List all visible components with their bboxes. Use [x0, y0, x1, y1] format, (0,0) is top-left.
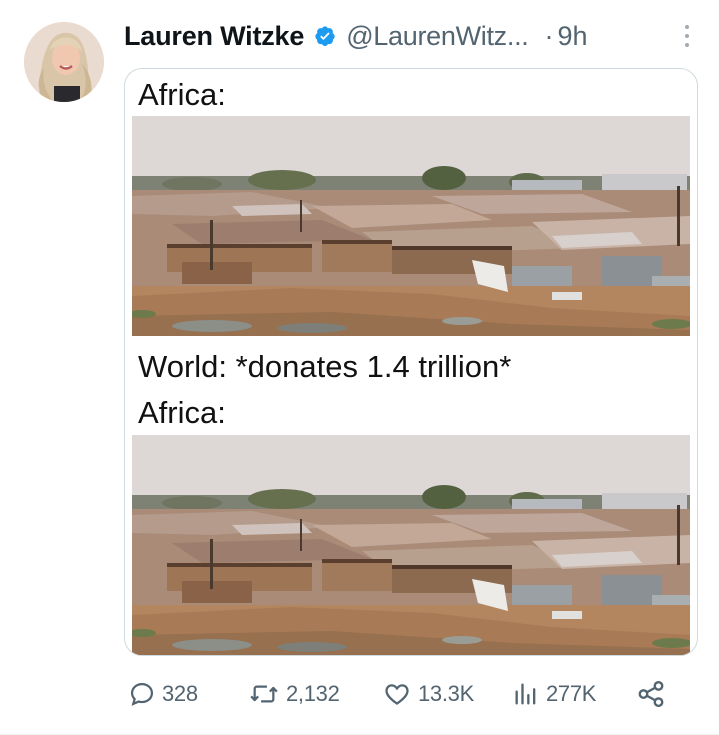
caption-middle: World: *donates 1.4 trillion*	[138, 349, 512, 384]
reply-button[interactable]: 328	[128, 672, 198, 716]
tweet-actions: 328 2,132 13.3K 277K	[128, 672, 688, 716]
views-icon	[512, 680, 540, 708]
author-name[interactable]: Lauren Witzke	[124, 21, 304, 52]
avatar-image	[24, 22, 104, 102]
like-icon	[382, 680, 412, 708]
reply-icon	[128, 680, 156, 708]
slum-photo-bottom	[132, 435, 690, 655]
repost-button[interactable]: 2,132	[248, 672, 340, 716]
separator-dot: ·	[544, 20, 554, 51]
share-button[interactable]	[636, 672, 666, 716]
verified-badge-icon	[314, 25, 336, 47]
slum-photo-top	[132, 116, 690, 336]
reply-count: 328	[162, 681, 198, 706]
like-button[interactable]: 13.3K	[382, 672, 474, 716]
tweet-header: Lauren Witzke @LaurenWitz... · 9h	[124, 16, 695, 56]
tweet-timestamp[interactable]: 9h	[557, 21, 587, 52]
view-count: 277K	[546, 681, 597, 706]
more-options-icon[interactable]	[679, 21, 695, 51]
caption-bottom: Africa:	[138, 395, 226, 430]
author-handle[interactable]: @LaurenWitz...	[346, 21, 529, 52]
caption-top: Africa:	[138, 77, 226, 112]
tweet-media[interactable]: Africa: World: *donates 1.4 trillion* Af…	[124, 68, 698, 656]
repost-count: 2,132	[286, 681, 340, 706]
like-count: 13.3K	[418, 681, 474, 706]
author-avatar[interactable]	[24, 22, 104, 102]
views-button[interactable]: 277K	[512, 672, 596, 716]
share-icon	[636, 679, 666, 709]
repost-icon	[248, 680, 280, 708]
